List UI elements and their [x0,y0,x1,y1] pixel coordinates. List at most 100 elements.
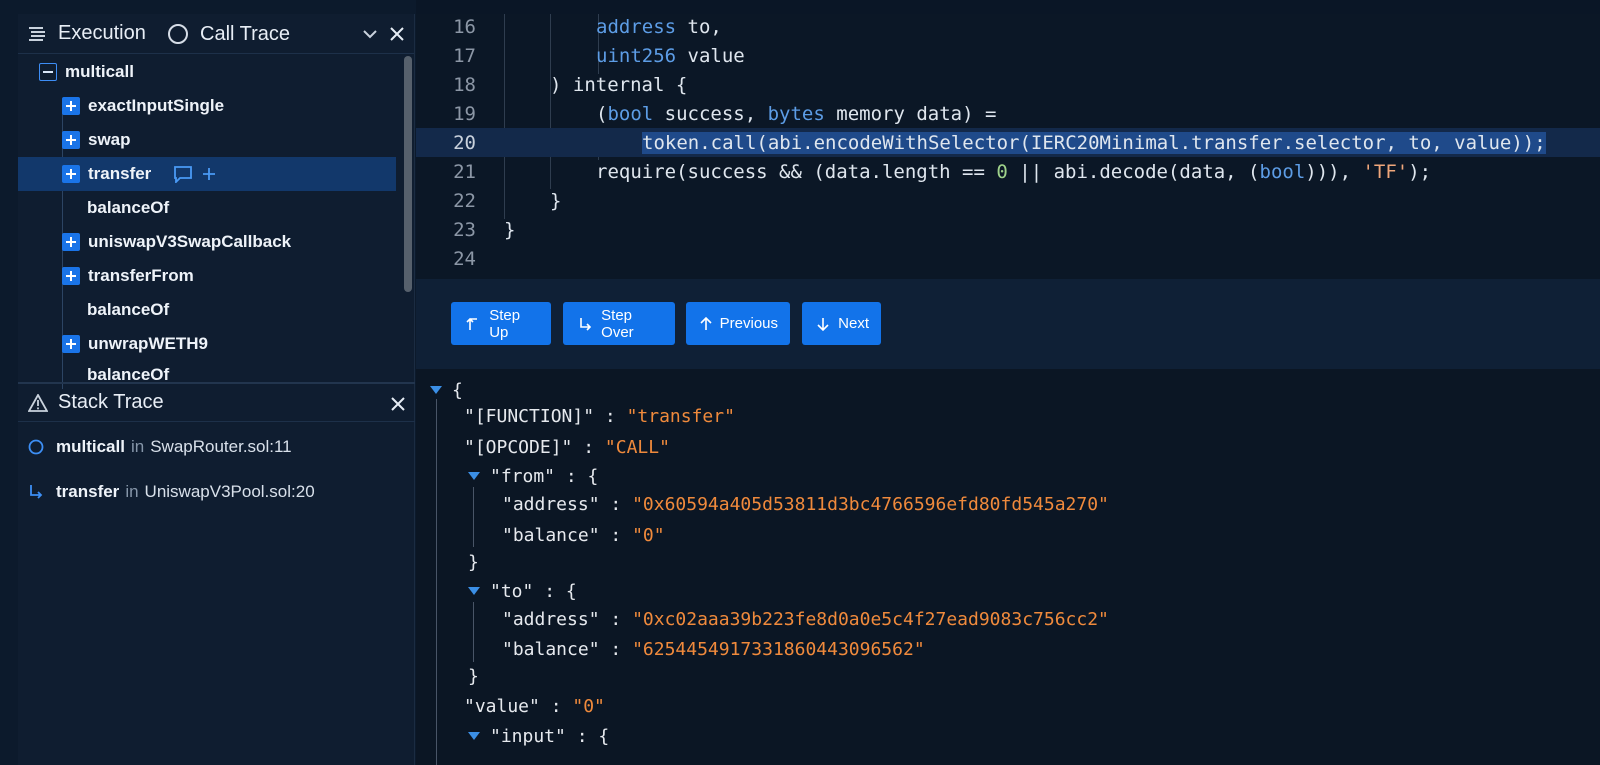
tree-item-label: multicall [65,62,134,81]
chevron-down-icon[interactable] [358,14,382,54]
stack-frame-function: transfer [56,481,120,501]
stack-frame-in: in [130,436,145,456]
collapse-triangle-icon[interactable] [430,386,442,394]
json-close-brace: } [468,551,479,573]
code-text: (bool success, bytes memory data) = [596,102,997,125]
arrow-up-icon [698,316,714,331]
next-button[interactable]: Next [802,302,881,345]
json-guide [436,399,437,765]
execution-panel-header: Execution Call Trace [18,14,414,54]
line-number: 21 [453,160,476,183]
expand-icon[interactable] [62,131,80,149]
line-number: 20 [453,131,476,154]
line-number: 16 [453,15,476,38]
collapse-triangle-icon[interactable] [468,732,480,740]
json-close-brace: } [468,665,479,687]
tree-scrollbar[interactable] [404,56,412,292]
json-row-value: "value" : "0" [464,695,605,717]
call-tree: multicall exactInputSingle swap transfer [18,54,414,389]
code-line: 23 } [416,215,1600,244]
code-editor[interactable]: 16 address to, 17 uint256 value 18 ) int… [416,14,1600,279]
code-line: 22 } [416,186,1600,215]
json-row-from-balance: "balance" : "0" [502,524,665,546]
stack-frame[interactable]: transfer in UniswapV3Pool.sol:20 [18,469,415,514]
collapse-triangle-icon[interactable] [468,472,480,480]
stack-trace-panel: Stack Trace multicall in SwapRouter.sol:… [18,382,415,514]
tree-item-label: swap [88,130,131,149]
left-sidebar: Execution Call Trace multicall exactInpu… [18,14,415,765]
code-text: } [504,218,516,241]
line-number: 23 [453,218,476,241]
comment-icon[interactable] [173,165,193,183]
collapse-triangle-icon[interactable] [468,587,480,595]
step-over-label: Step Over [601,306,634,341]
json-row-opcode: "[OPCODE]" : "CALL" [464,436,670,458]
tree-item-transfer[interactable]: transfer [18,157,396,191]
tree-item-balanceof[interactable]: balanceOf [18,293,396,327]
step-up-button[interactable]: Step Up [451,302,551,345]
radio-circle-icon [168,24,188,44]
tree-item-swap[interactable]: swap [18,123,396,157]
tree-item-multicall[interactable]: multicall [18,55,396,89]
warning-icon [18,383,58,423]
json-guide [473,602,474,662]
next-label: Next [838,315,869,332]
code-text: require(success && (data.length == 0 || … [596,160,1432,183]
line-number: 18 [453,73,476,96]
code-line: 17 uint256 value [416,41,1600,70]
tree-item-uniswapv3swapcallback[interactable]: uniswapV3SwapCallback [18,225,396,259]
expand-icon[interactable] [62,97,80,115]
circle-icon [28,439,56,455]
previous-button[interactable]: Previous [686,302,790,345]
code-line: 24 [416,244,1600,273]
stack-frame-in: in [125,481,139,501]
close-icon[interactable] [381,384,415,424]
tab-call-trace[interactable]: Call Trace [168,14,290,54]
json-row-from: "from" : { [468,461,598,491]
code-line: 19 (bool success, bytes memory data) = [416,99,1600,128]
step-over-icon [575,317,595,331]
stack-frame[interactable]: multicall in SwapRouter.sol:11 [18,424,415,469]
json-row-to-balance: "balance" : "6254454917331860443096562" [502,638,925,660]
code-text: ) internal { [550,73,688,96]
tree-item-transferfrom[interactable]: transferFrom [18,259,396,293]
expand-icon[interactable] [62,335,80,353]
stack-frame-file: UniswapV3Pool.sol:20 [144,481,315,501]
expand-icon[interactable] [62,233,80,251]
tree-item-label: balanceOf [87,198,170,217]
stack-trace-header: Stack Trace [18,382,415,422]
top-bar [416,0,1600,14]
collapse-icon[interactable] [39,63,57,81]
step-up-label: Step Up [489,306,521,341]
tree-item-label: uniswapV3SwapCallback [88,232,292,251]
state-json-view[interactable]: { "[FUNCTION]" : "transfer" "[OPCODE]" :… [416,369,1600,765]
tree-item-label: exactInputSingle [88,96,225,115]
arrow-down-icon [814,317,832,331]
json-row-input: "input" : { [468,721,609,751]
code-line: 16 address to, [416,14,1600,41]
step-up-icon [463,317,483,331]
json-row-to-address: "address" : "0xc02aaa39b223fe8d0a0e5c4f2… [502,608,1109,630]
code-text: } [550,189,562,212]
close-icon[interactable] [380,14,414,54]
list-icon [18,14,58,54]
step-over-button[interactable]: Step Over [563,302,675,345]
expand-icon[interactable] [62,267,80,285]
line-number: 17 [453,44,476,67]
call-trace-label: Call Trace [200,22,291,45]
stack-frame-function: multicall [56,436,125,456]
expand-icon[interactable] [62,165,80,183]
json-root: { [430,375,463,405]
code-line: 18 ) internal { [416,70,1600,99]
debugger-window: Execution Call Trace multicall exactInpu… [0,0,1600,765]
stack-trace-title: Stack Trace [58,391,164,413]
tree-item-exactinputsingle[interactable]: exactInputSingle [18,89,396,123]
tree-item-unwrapweth9[interactable]: unwrapWETH9 [18,327,396,361]
line-number: 24 [453,247,476,270]
step-into-arrow-icon [28,484,56,500]
code-line-highlighted: 20 token.call(abi.encodeWithSelector(IER… [416,128,1600,157]
tree-item-balanceof[interactable]: balanceOf [18,191,396,225]
json-row-from-address: "address" : "0x60594a405d53811d3bc476659… [502,493,1109,515]
add-icon[interactable] [203,168,216,180]
tree-item-label: transferFrom [88,266,194,285]
